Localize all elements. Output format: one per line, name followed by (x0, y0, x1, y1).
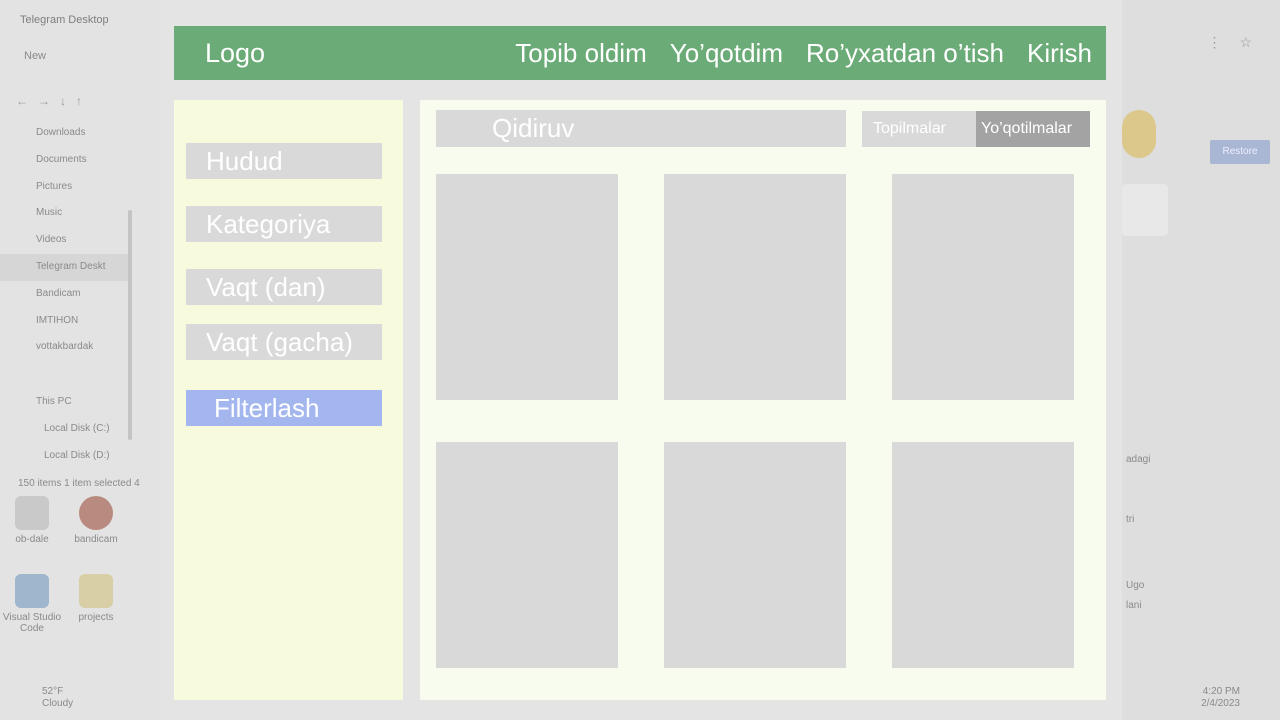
background-snippet: Ugo (1126, 580, 1145, 591)
background-button[interactable]: Restore (1210, 140, 1270, 164)
explorer-item[interactable]: Telegram Deskt (0, 253, 130, 281)
explorer-status-bar: 150 items 1 item selected 4 (18, 478, 140, 489)
item-card[interactable] (664, 442, 846, 668)
background-snippet: lani (1126, 600, 1142, 611)
item-card[interactable] (436, 442, 618, 668)
explorer-disk[interactable]: Local Disk (C:) (44, 423, 110, 434)
item-card[interactable] (892, 442, 1074, 668)
desktop-icon[interactable]: bandicam (66, 496, 126, 545)
nav-lost[interactable]: Yo’qotdim (670, 38, 783, 69)
browser-toolbar-icons[interactable]: ⋮☆ (1207, 34, 1270, 51)
file-explorer-window: Telegram Desktop New ←→↓↑ Downloads Docu… (0, 0, 158, 720)
desktop-icon-label: projects (78, 612, 114, 623)
vscode-icon (15, 574, 49, 608)
nav-menu: Topib oldim Yo’qotdim Ro’yxatdan o’tish … (515, 26, 1092, 80)
explorer-item[interactable]: Pictures (0, 174, 130, 201)
explorer-item[interactable]: vottakbardak (0, 334, 130, 361)
explorer-item[interactable]: Music (0, 200, 130, 227)
tab-found-items[interactable]: Topilmalar (862, 111, 976, 147)
item-card[interactable] (436, 174, 618, 400)
item-card[interactable] (664, 174, 846, 400)
time-from-filter[interactable]: Vaqt (dan) (186, 269, 382, 305)
explorer-scrollbar[interactable] (128, 210, 132, 440)
results-panel: Qidiruv Topilmalar Yo’qotilmalar (420, 100, 1106, 700)
clock-time: 4:20 PM (1202, 686, 1240, 697)
tab-lost-items[interactable]: Yo’qotilmalar (976, 111, 1090, 147)
time-to-filter[interactable]: Vaqt (gacha) (186, 324, 382, 360)
desktop-icon-label: ob-dale (15, 534, 49, 545)
nav-found[interactable]: Topib oldim (515, 38, 647, 69)
desktop-icon[interactable]: ob-dale (2, 496, 62, 545)
explorer-item[interactable]: IMTIHON (0, 308, 130, 335)
coin-image (1122, 110, 1156, 158)
explorer-item[interactable]: Documents (0, 147, 130, 174)
weather-condition: Cloudy (42, 698, 74, 709)
desktop-icon-label: bandicam (74, 534, 118, 545)
top-navbar: Logo Topib oldim Yo’qotdim Ro’yxatdan o’… (174, 26, 1106, 80)
explorer-item[interactable]: Downloads (0, 120, 130, 147)
explorer-new-button[interactable]: New (24, 50, 46, 62)
background-chat-window: ⋮☆ Restore adagi tri Ugo lani 4:20 PM 2/… (1122, 0, 1280, 720)
filter-sidebar: Hudud Kategoriya Vaqt (dan) Vaqt (gacha)… (174, 100, 403, 700)
region-filter[interactable]: Hudud (186, 143, 382, 179)
nav-login[interactable]: Kirish (1027, 38, 1092, 69)
item-card[interactable] (892, 174, 1074, 400)
taskbar-weather[interactable]: 52°F Cloudy (16, 686, 73, 710)
filter-button[interactable]: Filterlash (186, 390, 382, 426)
explorer-this-pc[interactable]: This PC (36, 396, 72, 407)
explorer-item[interactable]: Bandicam (0, 281, 130, 308)
desktop-icon[interactable]: projects (66, 574, 126, 623)
bandicam-icon (79, 496, 113, 530)
explorer-item[interactable]: Videos (0, 227, 130, 254)
listing-type-toggle: Topilmalar Yo’qotilmalar (862, 111, 1090, 147)
nav-register[interactable]: Ro’yxatdan o’tish (806, 38, 1004, 69)
background-card (1122, 184, 1168, 236)
weather-temp: 52°F (42, 686, 64, 697)
background-snippet: adagi (1126, 454, 1151, 465)
folder-icon (79, 574, 113, 608)
background-snippet: tri (1126, 514, 1135, 525)
desktop-icon-label: Visual Studio Code (2, 612, 62, 634)
explorer-nav-arrows-icon[interactable]: ←→↓↑ (16, 94, 92, 108)
wireframe-window: Logo Topib oldim Yo’qotdim Ro’yxatdan o’… (158, 0, 1122, 720)
logo[interactable]: Logo (205, 26, 265, 80)
taskbar-clock[interactable]: 4:20 PM 2/4/2023 (1201, 686, 1240, 710)
clock-date: 2/4/2023 (1201, 698, 1240, 709)
desktop-icon[interactable]: Visual Studio Code (2, 574, 62, 634)
category-filter[interactable]: Kategoriya (186, 206, 382, 242)
explorer-disk[interactable]: Local Disk (D:) (44, 450, 110, 461)
search-input[interactable]: Qidiruv (436, 110, 846, 147)
app-icon (15, 496, 49, 530)
explorer-title: Telegram Desktop (20, 14, 109, 26)
explorer-quick-access: Downloads Documents Pictures Music Video… (0, 120, 130, 361)
